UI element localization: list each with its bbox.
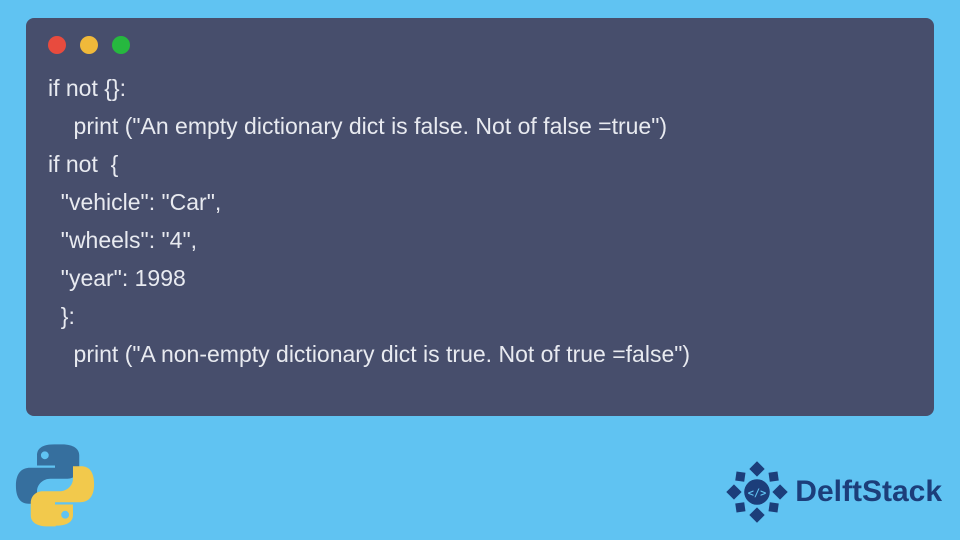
- code-line: "year": 1998: [48, 265, 186, 291]
- code-line: }:: [48, 303, 75, 329]
- brand-name: DelftStack: [795, 475, 942, 509]
- maximize-icon: [112, 36, 130, 54]
- svg-text:</>: </>: [748, 487, 767, 499]
- code-line: "vehicle": "Car",: [48, 189, 221, 215]
- code-window: if not {}: print ("An empty dictionary d…: [26, 18, 934, 416]
- code-line: "wheels": "4",: [48, 227, 197, 253]
- close-icon: [48, 36, 66, 54]
- code-line: if not {: [48, 151, 118, 177]
- code-line: print ("A non-empty dictionary dict is t…: [48, 341, 690, 367]
- code-line: if not {}:: [48, 75, 126, 101]
- window-controls: [48, 36, 912, 54]
- delftstack-logo-icon: </>: [725, 460, 789, 524]
- code-line: print ("An empty dictionary dict is fals…: [48, 113, 667, 139]
- minimize-icon: [80, 36, 98, 54]
- code-block: if not {}: print ("An empty dictionary d…: [48, 70, 912, 374]
- python-logo-icon: [12, 442, 98, 528]
- brand: </> DelftStack: [725, 460, 942, 524]
